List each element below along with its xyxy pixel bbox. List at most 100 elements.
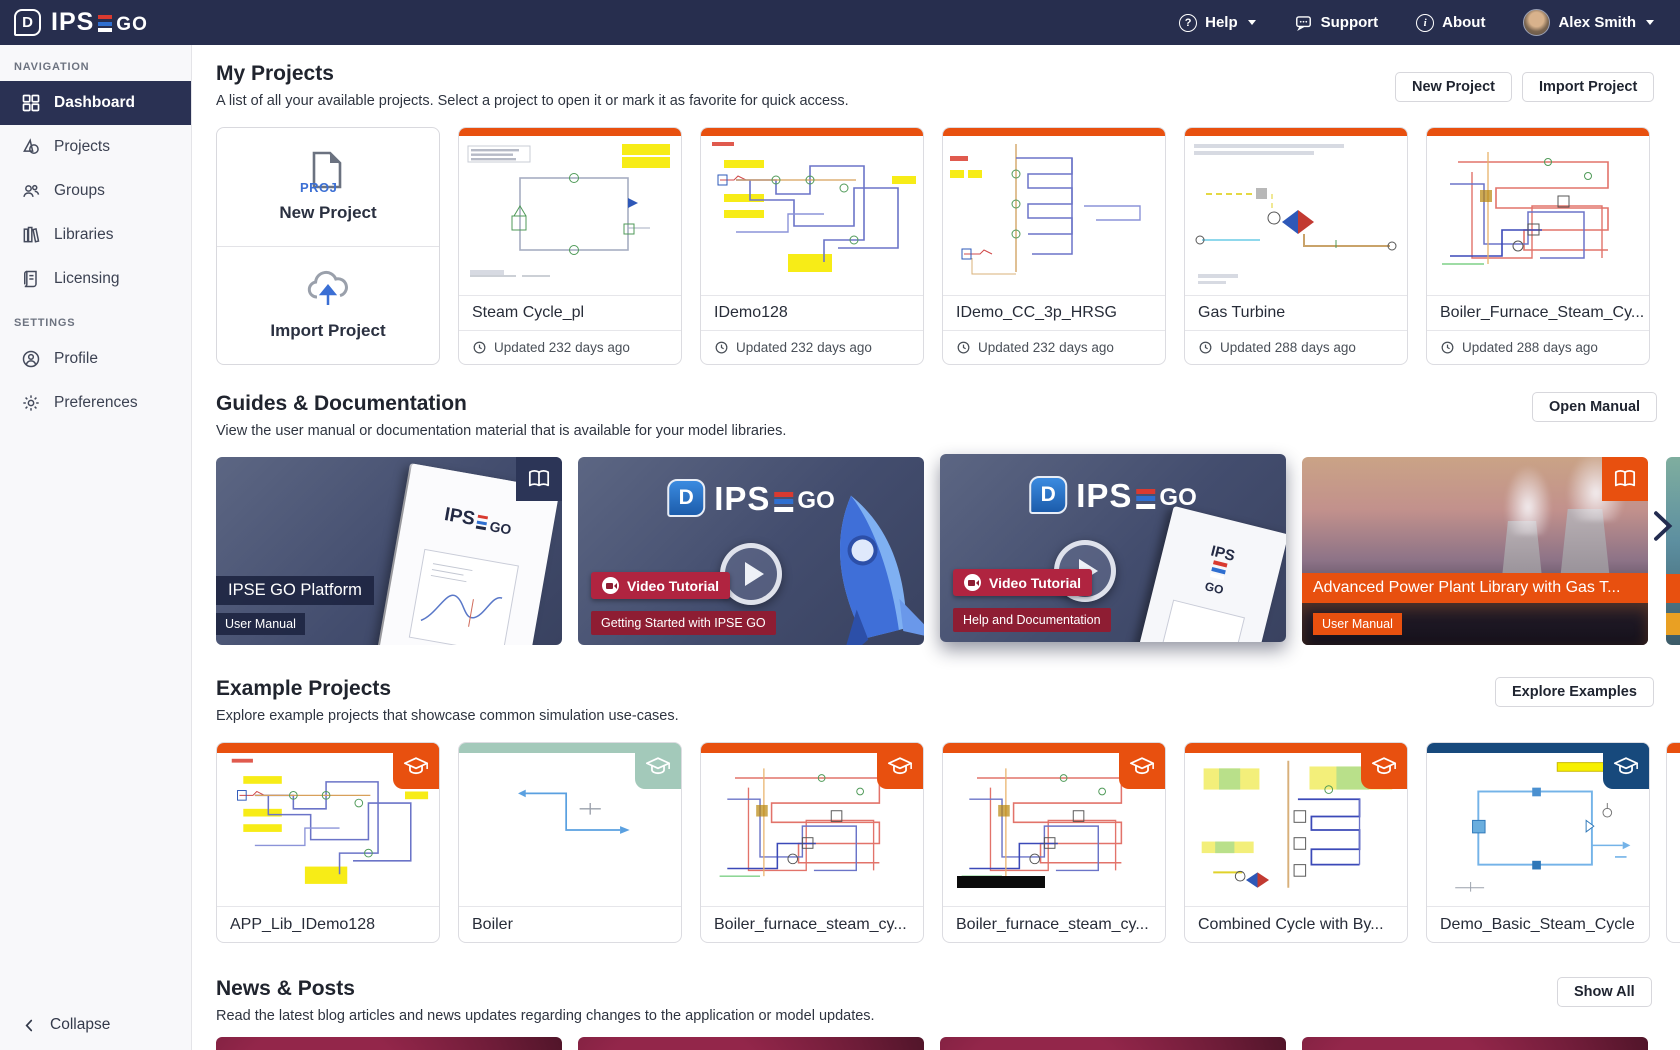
video-tutorial-badge: Video Tutorial	[953, 569, 1092, 596]
guide-card-advanced-library[interactable]: Advanced Power Plant Library with Gas T.…	[1302, 457, 1648, 645]
example-card[interactable]: Boiler	[458, 742, 682, 943]
video-camera-icon	[602, 577, 619, 594]
new-import-card: PROJ New Project Import Project	[216, 127, 440, 365]
project-card[interactable]: Gas Turbine Updated 288 days ago	[1184, 127, 1408, 365]
my-projects-title: My Projects	[216, 62, 334, 86]
project-name: IDemo128	[701, 296, 923, 331]
graduation-cap-icon	[645, 755, 671, 778]
cloud-upload-icon	[304, 269, 352, 309]
help-menu[interactable]: ? Help	[1179, 14, 1256, 32]
open-book-icon	[526, 468, 552, 490]
chat-bubble-icon	[1294, 13, 1313, 32]
brand-go: GO	[116, 15, 148, 35]
dashboard-grid-icon	[21, 93, 41, 113]
card-accent-bar	[701, 128, 923, 136]
clock-icon	[1198, 340, 1213, 355]
guide-card-video-getting-started[interactable]: D IPSGO Video Tutorial Getting Started w…	[578, 457, 924, 645]
example-badge	[1361, 743, 1407, 789]
news-description: Read the latest blog articles and news u…	[216, 1008, 875, 1024]
sidebar: NAVIGATION Dashboard Projects Groups Lib…	[0, 45, 192, 1050]
news-card[interactable]	[940, 1037, 1286, 1050]
news-card[interactable]	[216, 1037, 562, 1050]
sidebar-item-licensing[interactable]: Licensing	[0, 257, 191, 301]
example-card-partial[interactable]	[1666, 742, 1680, 943]
example-card[interactable]: Combined Cycle with By...	[1184, 742, 1408, 943]
help-icon: ?	[1179, 14, 1197, 32]
project-card[interactable]: Boiler_Furnace_Steam_Cy... Updated 288 d…	[1426, 127, 1650, 365]
example-badge	[1119, 743, 1165, 789]
examples-title: Example Projects	[216, 677, 391, 701]
sidebar-item-label: Licensing	[54, 270, 120, 288]
new-project-button[interactable]: New Project	[1395, 72, 1512, 102]
project-card[interactable]: Steam Cycle_pl Updated 232 days ago	[458, 127, 682, 365]
project-card[interactable]: IDemo128 Updated 232 days ago	[700, 127, 924, 365]
card-accent-bar	[1185, 128, 1407, 136]
example-card[interactable]: Demo_Basic_Steam_Cycle	[1426, 742, 1650, 943]
example-badge	[1603, 743, 1649, 789]
project-name: Boiler_Furnace_Steam_Cy...	[1427, 296, 1649, 331]
graduation-cap-icon	[403, 755, 429, 778]
project-thumbnail	[1427, 136, 1649, 296]
show-all-button[interactable]: Show All	[1557, 977, 1652, 1007]
example-card[interactable]: Boiler_furnace_steam_cy...	[942, 742, 1166, 943]
sidebar-item-label: Preferences	[54, 394, 138, 412]
news-card[interactable]	[578, 1037, 924, 1050]
updated-label: Updated 288 days ago	[1462, 340, 1598, 355]
video-badge-label: Video Tutorial	[989, 575, 1081, 591]
gear-icon	[21, 393, 41, 413]
sidebar-item-label: Dashboard	[54, 94, 135, 112]
about-menu[interactable]: i About	[1416, 14, 1485, 32]
brand-logo[interactable]: D IPS GO	[14, 9, 148, 36]
sidebar-collapse-button[interactable]: Collapse	[21, 1016, 110, 1034]
groups-icon	[21, 181, 41, 201]
brand-wordmark: IPS GO	[51, 10, 148, 35]
proj-label: PROJ	[300, 180, 337, 195]
new-project-card-label: New Project	[279, 203, 376, 223]
sidebar-item-groups[interactable]: Groups	[0, 169, 191, 213]
help-label: Help	[1205, 14, 1238, 31]
guide-card-title: Advanced Power Plant Library with Gas T.…	[1302, 573, 1648, 603]
project-updated: Updated 232 days ago	[701, 331, 923, 364]
guide-card-title: IPSE GO Platform	[216, 576, 374, 605]
open-manual-button[interactable]: Open Manual	[1532, 392, 1657, 422]
import-project-button[interactable]: Import Project	[1522, 72, 1654, 102]
explore-examples-button[interactable]: Explore Examples	[1495, 677, 1654, 707]
example-name: Combined Cycle with By...	[1185, 907, 1407, 943]
carousel-next-icon[interactable]	[1644, 500, 1680, 552]
sidebar-item-projects[interactable]: Projects	[0, 125, 191, 169]
chevron-down-icon	[1248, 20, 1256, 25]
project-updated: Updated 232 days ago	[943, 331, 1165, 364]
top-navbar: D IPS GO ? Help Support i About	[0, 0, 1680, 45]
project-card[interactable]: IDemo_CC_3p_HRSG Updated 232 days ago	[942, 127, 1166, 365]
guide-card-video-help-docs[interactable]: IPSGO D IPSGO Video Tutorial Help and Do…	[940, 454, 1286, 642]
new-project-card[interactable]: PROJ New Project	[217, 128, 439, 247]
project-thumbnail	[701, 136, 923, 296]
example-card[interactable]: APP_Lib_IDemo128	[216, 742, 440, 943]
example-name: Demo_Basic_Steam_Cycle	[1427, 907, 1649, 943]
video-tutorial-badge: Video Tutorial	[591, 572, 730, 599]
sidebar-item-profile[interactable]: Profile	[0, 337, 191, 381]
user-name: Alex Smith	[1558, 14, 1636, 31]
guide-card-platform-manual[interactable]: IPSGO IPSE GO Platform User Manual	[216, 457, 562, 645]
example-card[interactable]: Boiler_furnace_steam_cy...	[700, 742, 924, 943]
card-accent-bar	[943, 128, 1165, 136]
sidebar-item-dashboard[interactable]: Dashboard	[0, 81, 191, 125]
clock-icon	[1440, 340, 1455, 355]
sidebar-item-preferences[interactable]: Preferences	[0, 381, 191, 425]
graduation-cap-icon	[1129, 755, 1155, 778]
mini-manual-image: IPSGO	[1138, 506, 1286, 642]
news-card[interactable]	[1302, 1037, 1648, 1050]
example-badge	[393, 743, 439, 789]
example-name: APP_Lib_IDemo128	[217, 907, 439, 943]
guide-card-subtitle: User Manual	[216, 613, 305, 635]
import-project-card[interactable]: Import Project	[217, 247, 439, 365]
sidebar-item-libraries[interactable]: Libraries	[0, 213, 191, 257]
user-menu[interactable]: Alex Smith	[1523, 9, 1654, 36]
card-accent-bar	[1427, 128, 1649, 136]
profile-icon	[21, 349, 41, 369]
project-updated: Updated 232 days ago	[459, 331, 681, 364]
my-projects-description: A list of all your available projects. S…	[216, 93, 849, 109]
clock-icon	[472, 340, 487, 355]
project-updated: Updated 288 days ago	[1427, 331, 1649, 364]
support-menu[interactable]: Support	[1294, 13, 1379, 32]
